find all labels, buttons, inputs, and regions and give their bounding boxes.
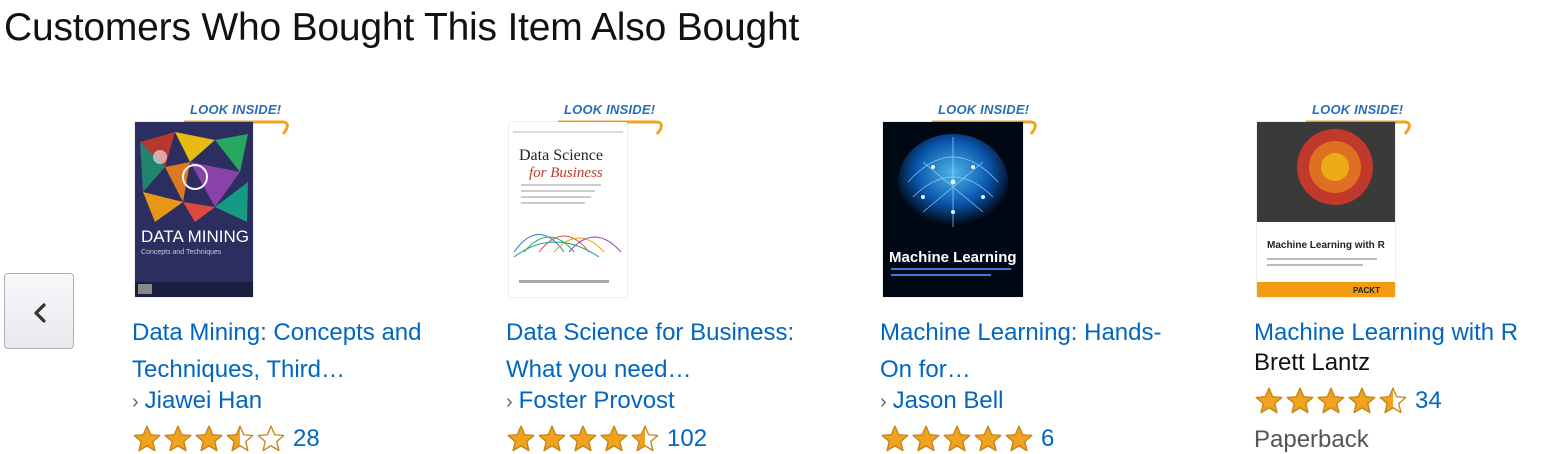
star-rating[interactable] [132,424,287,454]
star-full-icon [600,425,628,452]
book-cover-image[interactable]: Machine Learning [883,122,1023,297]
cover-title: Machine Learning [889,249,1017,266]
title-line-2: What you need… [506,356,692,383]
cover-subtitle: for Business [529,165,603,181]
book-cover-image[interactable]: Machine Learning with R PACKT [1257,122,1395,297]
star-half-icon [226,425,254,452]
product-title-link[interactable]: Data Mining: Concepts and Techniques, Th… [132,314,492,388]
author-name: Brett Lantz [1254,349,1371,376]
rating-row: 34 [1254,386,1442,416]
star-full-icon [1255,387,1283,414]
book-cover-image[interactable]: DATA MINING Concepts and Techniques [135,122,253,297]
cover-title: Data Science [519,147,603,164]
star-full-icon [943,425,971,452]
author-line: › Jiawei Han [132,386,262,417]
cover-publisher: PACKT [1353,286,1380,295]
author-link[interactable]: Jason Bell [893,387,1004,414]
star-rating[interactable] [1254,386,1409,416]
star-full-icon [195,425,223,452]
star-full-icon [1348,387,1376,414]
title-line-2: Techniques, Third… [132,356,345,383]
star-full-icon [881,425,909,452]
chevron-right-icon: › [506,391,513,413]
cover-title: DATA MINING [141,227,249,246]
rating-row: 28 [132,424,320,454]
product-format: Paperback [1254,426,1369,453]
review-count-link[interactable]: 34 [1415,387,1442,415]
star-full-icon [912,425,940,452]
star-full-icon [974,425,1002,452]
author-line: › Jason Bell [880,386,1003,417]
cover-title: Machine Learning with R [1267,240,1386,251]
review-count-link[interactable]: 102 [667,425,707,453]
star-rating[interactable] [506,424,661,454]
star-full-icon [164,425,192,452]
star-full-icon [507,425,535,452]
author-line: › Foster Provost [506,386,675,417]
star-full-icon [133,425,161,452]
chevron-right-icon: › [880,391,887,413]
rating-row: 6 [880,424,1054,454]
review-count-link[interactable]: 6 [1041,425,1054,453]
title-line-1: Machine Learning with R [1254,319,1519,346]
author-link[interactable]: Foster Provost [519,387,675,414]
product-title-link[interactable]: Machine Learning with R [1254,314,1554,351]
star-empty-icon [257,425,285,452]
star-rating[interactable] [880,424,1035,454]
book-cover-image[interactable]: Data Science for Business [509,122,627,297]
product-title-link[interactable]: Data Science for Business: What you need… [506,314,866,388]
star-half-icon [1379,387,1407,414]
chevron-left-icon [34,303,46,323]
title-line-2: On for… [880,356,971,383]
author-link[interactable]: Jiawei Han [145,387,262,414]
chevron-right-icon: › [132,391,139,413]
title-line-1: Data Science for Business: [506,319,795,346]
product-title-link[interactable]: Machine Learning: Hands- On for… [880,314,1240,388]
section-heading: Customers Who Bought This Item Also Boug… [4,6,800,49]
star-full-icon [569,425,597,452]
title-line-1: Data Mining: Concepts and [132,319,422,346]
svg-text:Concepts and Techniques: Concepts and Techniques [141,249,222,256]
star-half-icon [631,425,659,452]
review-count-link[interactable]: 28 [293,425,320,453]
rating-row: 102 [506,424,707,454]
star-full-icon [1005,425,1033,452]
star-full-icon [1286,387,1314,414]
carousel-prev-button[interactable] [4,273,74,349]
star-full-icon [1317,387,1345,414]
star-full-icon [538,425,566,452]
title-line-1: Machine Learning: Hands- [880,319,1162,346]
